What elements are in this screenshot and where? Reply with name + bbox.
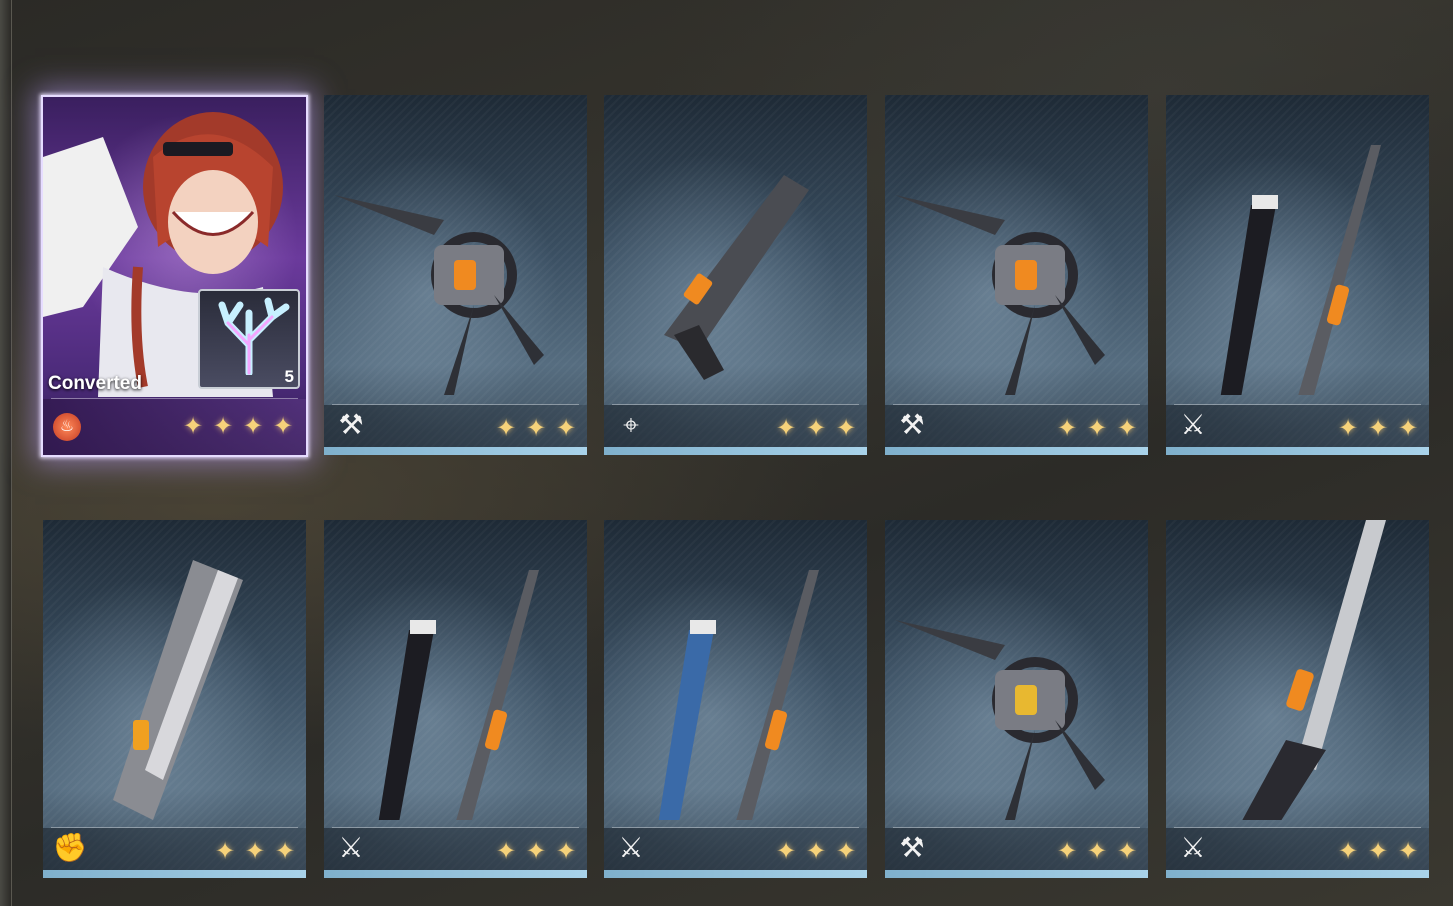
divider [893,827,1140,828]
divider [893,404,1140,405]
star-icon: ✦ [274,837,296,865]
star-icon: ✦ [805,414,827,442]
star-icon: ✦ [1367,414,1389,442]
rarity-stars: ✦ ✦ ✦ [1335,838,1421,864]
pistol-icon: ⌖ [623,408,639,441]
gauntlet-gold-weapon-art [895,620,1105,820]
sword-icon: ⚔ [338,831,364,864]
star-icon: ✦ [1086,414,1108,442]
rarity-stars: ✦ ✦ ✦ [493,838,579,864]
rarity-stars: ✦ ✦ ✦ [773,415,859,441]
divider [1174,404,1421,405]
sword-icon: ⚔ [1180,408,1206,441]
rarity-bar [324,870,587,878]
rarity-bar [1166,870,1429,878]
star-icon: ✦ [495,414,517,442]
rarity-bar [885,447,1148,455]
weapon-card[interactable]: ✊ ✦ ✦ ✦ [43,520,306,878]
star-icon: ✦ [555,837,577,865]
blade-blue-weapon-art [658,570,819,820]
star-icon: ✦ [835,837,857,865]
weapon-card[interactable]: ⚔ ✦ ✦ ✦ [1166,95,1429,455]
rarity-stars: ✦ ✦ ✦ [1335,415,1421,441]
rarity-bar [885,870,1148,878]
star-icon: ✦ [1337,414,1359,442]
heavy-gauntlet-icon: ⚒ [899,831,925,864]
divider [332,827,579,828]
coral-item-icon [218,297,290,375]
star-icon: ✦ [214,837,236,865]
heavy-gauntlet-icon: ⚒ [338,408,364,441]
star-icon: ✦ [525,837,547,865]
star-icon: ✦ [1397,414,1419,442]
star-icon: ✦ [242,412,264,440]
rarity-bar [604,447,867,455]
divider [51,398,298,399]
star-icon: ✦ [272,412,294,440]
pistol-weapon-art [664,175,809,380]
rarity-bar [1166,447,1429,455]
divider [612,404,859,405]
star-icon: ✦ [1056,837,1078,865]
star-icon: ✦ [1367,837,1389,865]
rarity-stars: ✦ ✦ ✦ [493,415,579,441]
gauntlet-weapon-art [334,195,544,395]
gauntlet-weapon-art [895,195,1105,395]
star-icon: ✦ [1397,837,1419,865]
item-count: 5 [284,367,294,386]
rarity-stars: ✦ ✦ ✦ [212,838,298,864]
rarity-stars: ✦ ✦ ✦ [773,838,859,864]
rarity-stars: ✦ ✦ ✦ ✦ [180,413,296,439]
blade-weapon-art [378,570,539,820]
weapon-card[interactable]: ⌖ ✦ ✦ ✦ [604,95,867,455]
star-icon: ✦ [1337,837,1359,865]
star-icon: ✦ [835,414,857,442]
weapon-card[interactable]: ⚒ ✦ ✦ ✦ [885,520,1148,878]
rarity-stars: ✦ ✦ ✦ [1054,838,1140,864]
fire-element-icon: ♨ [53,413,81,441]
rarity-bar [604,870,867,878]
weapon-card[interactable]: ⚔ ✦ ✦ ✦ [324,520,587,878]
star-icon: ✦ [1056,414,1078,442]
divider [51,827,298,828]
star-icon: ✦ [244,837,266,865]
star-icon: ✦ [775,837,797,865]
featured-character-card[interactable]: 5 Converted ♨ ✦ ✦ ✦ ✦ [41,95,308,457]
broadblade-icon: ⚔ [1180,831,1206,864]
rarity-stars: ✦ ✦ ✦ [1054,415,1140,441]
reward-item-box: 5 [198,289,300,389]
sword-icon: ⚔ [618,831,644,864]
blade-weapon-art [1220,145,1381,395]
weapon-card[interactable]: ⚔ ✦ ✦ ✦ [604,520,867,878]
star-icon: ✦ [495,837,517,865]
weapon-card[interactable]: ⚔ ✦ ✦ ✦ [1166,520,1429,878]
screen-edge [0,0,12,906]
weapon-card[interactable]: ⚒ ✦ ✦ ✦ [885,95,1148,455]
heavy-gauntlet-icon: ⚒ [899,408,925,441]
rarity-bar [43,870,306,878]
weapon-card[interactable]: ⚒ ✦ ✦ ✦ [324,95,587,455]
bracer-weapon-art [113,560,243,820]
divider [1174,827,1421,828]
rarity-bar [324,447,587,455]
star-icon: ✦ [212,412,234,440]
star-icon: ✦ [1116,837,1138,865]
star-icon: ✦ [182,412,204,440]
divider [612,827,859,828]
star-icon: ✦ [1086,837,1108,865]
star-icon: ✦ [1116,414,1138,442]
star-icon: ✦ [775,414,797,442]
converted-label: Converted [48,373,142,394]
star-icon: ✦ [805,837,827,865]
fist-icon: ✊ [52,831,88,864]
star-icon: ✦ [525,414,547,442]
broadblade-weapon-art [1242,520,1386,820]
star-icon: ✦ [555,414,577,442]
divider [332,404,579,405]
